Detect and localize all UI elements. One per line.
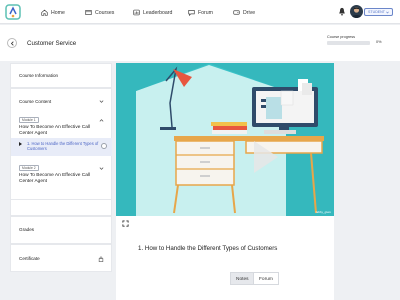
progress-percent: 0% [376, 40, 382, 44]
role-label: STUDENT [368, 10, 385, 14]
lesson-title: 1. How to Handle the Different Types of … [138, 245, 278, 252]
play-icon [19, 142, 22, 146]
course-content-card: Course Content Module 1 How To Become An… [10, 88, 112, 200]
certificate-label: Certificate [19, 256, 40, 261]
nav-home-label: Home [51, 9, 65, 16]
nav-forum[interactable]: Forum [188, 8, 213, 17]
back-button[interactable] [7, 38, 17, 48]
tab-forum[interactable]: Forum [253, 272, 279, 285]
leaderboard-icon [133, 9, 140, 16]
course-header: Customer Service Course progress 0% [0, 25, 400, 61]
content-card-bottom [10, 200, 112, 216]
lesson-main-panel: fabby_gtwo 1. How to Handle the Differen… [116, 63, 334, 300]
home-icon [41, 9, 48, 16]
avatar-image [351, 7, 362, 18]
video-player[interactable]: fabby_gtwo [116, 63, 334, 216]
certificate-card[interactable]: Certificate [10, 244, 112, 272]
tab-notes[interactable]: Notes [230, 272, 255, 285]
nav-leaderboard[interactable]: Leaderboard [133, 8, 172, 17]
chevron-down-icon[interactable] [99, 99, 104, 104]
course-information-card[interactable]: Course Information [10, 63, 112, 88]
bell-icon[interactable] [338, 7, 346, 16]
nav-forum-label: Forum [198, 9, 213, 16]
nav-courses[interactable]: Courses [85, 8, 114, 17]
app-logo-icon[interactable] [4, 3, 22, 21]
video-thumbnail-illustration [116, 63, 334, 216]
module-2-badge: Module 2 [19, 165, 39, 171]
nav-drive-label: Drive [243, 9, 256, 16]
grades-card[interactable]: Grades [10, 216, 112, 244]
forum-icon [188, 10, 195, 16]
grades-label: Grades [19, 227, 35, 232]
nav-home[interactable]: Home [41, 8, 65, 17]
nav-courses-label: Courses [95, 9, 115, 16]
chevron-down-icon[interactable] [99, 166, 104, 171]
chevron-left-icon [10, 40, 14, 46]
page-title: Customer Service [27, 40, 77, 47]
role-dropdown[interactable]: STUDENT [364, 8, 393, 16]
progress-bar [327, 41, 370, 45]
top-navbar: Home Courses Leaderboard Forum Drive STU… [0, 0, 400, 24]
course-content-label[interactable]: Course Content [19, 99, 51, 104]
user-avatar[interactable] [350, 5, 363, 18]
video-watermark: fabby_gtwo [315, 210, 331, 214]
lesson-label: 1. How to Handle the Different Types of … [27, 141, 99, 152]
module-2-title[interactable]: How To Become An Effective Call Center A… [19, 173, 103, 186]
progress-label: Course progress [327, 35, 356, 39]
nav-drive[interactable]: Drive [233, 8, 255, 17]
module-1-title[interactable]: How To Become An Effective Call Center A… [19, 125, 103, 138]
lock-icon [98, 256, 104, 262]
chevron-down-icon [386, 11, 389, 14]
course-information-label: Course Information [19, 73, 59, 78]
drive-icon [233, 10, 240, 15]
nav-leaderboard-label: Leaderboard [143, 9, 173, 16]
module-1-badge: Module 1 [19, 117, 39, 123]
lesson-complete-checkbox[interactable] [101, 143, 107, 149]
courses-icon [85, 10, 92, 15]
lesson-item-active[interactable]: 1. How to Handle the Different Types of … [11, 138, 112, 156]
chevron-up-icon[interactable] [99, 118, 104, 123]
fullscreen-expand-icon[interactable] [122, 220, 129, 227]
